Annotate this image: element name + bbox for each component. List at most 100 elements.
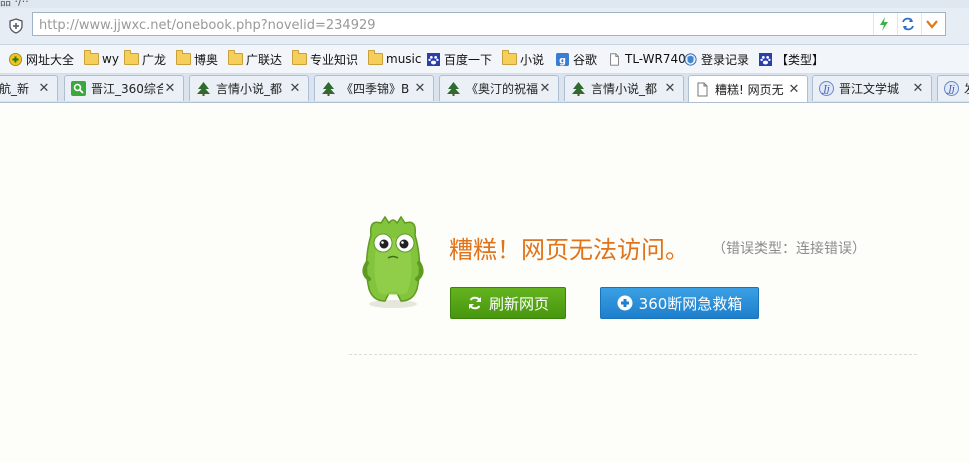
tab-close-icon[interactable]: ✕ xyxy=(163,81,177,96)
bookmark-label: 谷歌 xyxy=(573,52,598,67)
rescue-button-label: 360断网急救箱 xyxy=(638,294,743,313)
dashed-divider xyxy=(349,354,917,355)
dropdown-chevron-icon xyxy=(926,20,938,29)
tree-icon xyxy=(196,81,211,96)
folder-icon xyxy=(292,50,307,65)
bookmark-folder-music[interactable]: music xyxy=(368,50,421,68)
bookmark-label: 百度一下 xyxy=(444,52,493,67)
refresh-page-button[interactable]: 刷新网页 xyxy=(450,287,566,319)
google-g-icon: g xyxy=(556,52,569,66)
bookmark-label: 广龙 xyxy=(142,52,167,67)
bookmarks-bar: 网址大全 wy 广龙 博奥 广联达 专业知识 music 百度一下 小说 g 谷… xyxy=(0,45,969,74)
refresh-icon xyxy=(468,296,481,310)
compat-switch-icon xyxy=(902,17,914,31)
tab-item[interactable]: 航_新 ✕ xyxy=(0,75,58,101)
svg-text:g: g xyxy=(559,55,566,66)
bookmark-folder-guanglianda[interactable]: 广联达 xyxy=(228,50,282,68)
network-rescue-button[interactable]: 360断网急救箱 xyxy=(600,287,759,319)
jjwxc-icon: Jj xyxy=(944,81,959,96)
bookmark-folder-guanglong[interactable]: 广龙 xyxy=(124,50,166,68)
tab-strip: 航_新 ✕ 晋江_360综合 ✕ 言情小说_都 ✕ 《四季锦》B ✕ 《奥汀的祝… xyxy=(0,74,969,103)
green-plus-icon xyxy=(9,52,22,66)
tab-title: 《四季锦》B xyxy=(341,82,410,96)
bookmark-tl-wr740[interactable]: TL-WR740 xyxy=(607,50,686,68)
bookmark-label: 【类型】 xyxy=(776,52,825,67)
bookmark-folder-zhuanye[interactable]: 专业知识 xyxy=(292,50,358,68)
baidu-paw-icon xyxy=(759,52,772,66)
first-aid-plus-icon xyxy=(617,295,633,311)
folder-icon xyxy=(124,50,139,65)
baidu-paw-icon xyxy=(427,52,440,66)
bookmark-label: 广联达 xyxy=(246,52,283,67)
page-icon xyxy=(695,82,710,97)
bookmark-label: 博奥 xyxy=(194,52,219,67)
folder-icon xyxy=(368,50,383,65)
bookmark-login-records[interactable]: 登录记录 xyxy=(683,50,749,68)
bookmark-baidu[interactable]: 百度一下 xyxy=(426,50,492,68)
folder-icon xyxy=(176,50,191,65)
address-bar-row xyxy=(0,8,969,45)
tab-close-icon[interactable]: ✕ xyxy=(787,82,801,97)
svg-text:Jj: Jj xyxy=(821,85,830,95)
shield-globe-icon xyxy=(684,52,697,66)
folder-icon xyxy=(228,50,243,65)
refresh-button-label: 刷新网页 xyxy=(488,294,549,313)
lightning-icon xyxy=(880,17,888,31)
tab-close-icon[interactable]: ✕ xyxy=(911,81,925,96)
bookmark-label: TL-WR740 xyxy=(625,52,686,66)
bookmark-label: 网址大全 xyxy=(26,52,75,67)
error-title: 糟糕！网页无法访问。 xyxy=(449,236,689,264)
error-type: （错误类型：连接错误） xyxy=(712,241,866,257)
tab-item[interactable]: 《奥汀的祝福 ✕ xyxy=(439,75,559,101)
bookmark-label: 小说 xyxy=(520,52,545,67)
url-input[interactable] xyxy=(37,14,871,36)
svg-text:Jj: Jj xyxy=(946,85,955,95)
bookmark-label: 登录记录 xyxy=(701,52,750,67)
tab-item[interactable]: 言情小说_都 ✕ xyxy=(189,75,309,101)
page-icon xyxy=(610,52,619,66)
tab-item[interactable]: 晋江_360综合 ✕ xyxy=(64,75,184,101)
jjwxc-icon: Jj xyxy=(819,81,834,96)
folder-icon xyxy=(84,50,99,65)
tab-title: 航_新 xyxy=(0,82,30,96)
search-green-icon xyxy=(71,81,86,96)
address-bar xyxy=(32,12,946,36)
tree-icon xyxy=(321,81,336,96)
bookmark-label: 专业知识 xyxy=(310,52,359,67)
window-title-strip: 品 ·/·· xyxy=(0,0,969,8)
tab-title: 《奥汀的祝福 xyxy=(466,82,538,96)
bookmark-type[interactable]: 【类型】 xyxy=(758,50,824,68)
tab-title: 糟糕! 网页无 xyxy=(715,82,784,97)
bookmark-folder-boao[interactable]: 博奥 xyxy=(176,50,218,68)
tab-title: 言情小说_都 xyxy=(216,82,283,96)
bookmark-google[interactable]: g 谷歌 xyxy=(555,50,597,68)
error-page: 糟糕！网页无法访问。 （错误类型：连接错误） 刷新网页 360断网急救箱 xyxy=(0,103,969,463)
tab-item-active[interactable]: 糟糕! 网页无 ✕ xyxy=(688,75,808,102)
compat-mode-button[interactable] xyxy=(897,13,918,35)
address-dropdown-button[interactable] xyxy=(921,13,942,35)
bookmark-wangzhi-daquan[interactable]: 网址大全 xyxy=(8,50,74,68)
tab-item[interactable]: Jj 发 xyxy=(937,75,969,101)
tab-title: 发 xyxy=(964,80,969,97)
tab-item[interactable]: 言情小说_都 ✕ xyxy=(564,75,684,101)
tab-close-icon[interactable]: ✕ xyxy=(538,81,552,96)
tab-item[interactable]: 《四季锦》B ✕ xyxy=(314,75,434,101)
green-mascot-illustration xyxy=(362,215,424,308)
tab-close-icon[interactable]: ✕ xyxy=(37,81,51,96)
speed-mode-button[interactable] xyxy=(873,13,894,35)
tree-icon xyxy=(446,81,461,96)
folder-icon xyxy=(502,50,517,65)
tab-title: 晋江文学城 xyxy=(839,82,900,96)
tab-title: 言情小说_都 xyxy=(591,82,658,96)
tab-close-icon[interactable]: ✕ xyxy=(663,81,677,96)
tab-close-icon[interactable]: ✕ xyxy=(413,81,427,96)
tab-item[interactable]: Jj 晋江文学城 ✕ xyxy=(812,75,932,101)
tab-title: 晋江_360综合 xyxy=(91,82,163,96)
tab-close-icon[interactable]: ✕ xyxy=(288,81,302,96)
bookmark-label: wy xyxy=(102,52,119,66)
bookmark-label: music xyxy=(386,52,422,66)
bookmark-folder-xiaoshuo[interactable]: 小说 xyxy=(502,50,544,68)
shield-icon[interactable] xyxy=(8,18,24,34)
bookmark-folder-wy[interactable]: wy xyxy=(84,50,119,68)
tree-icon xyxy=(571,81,586,96)
